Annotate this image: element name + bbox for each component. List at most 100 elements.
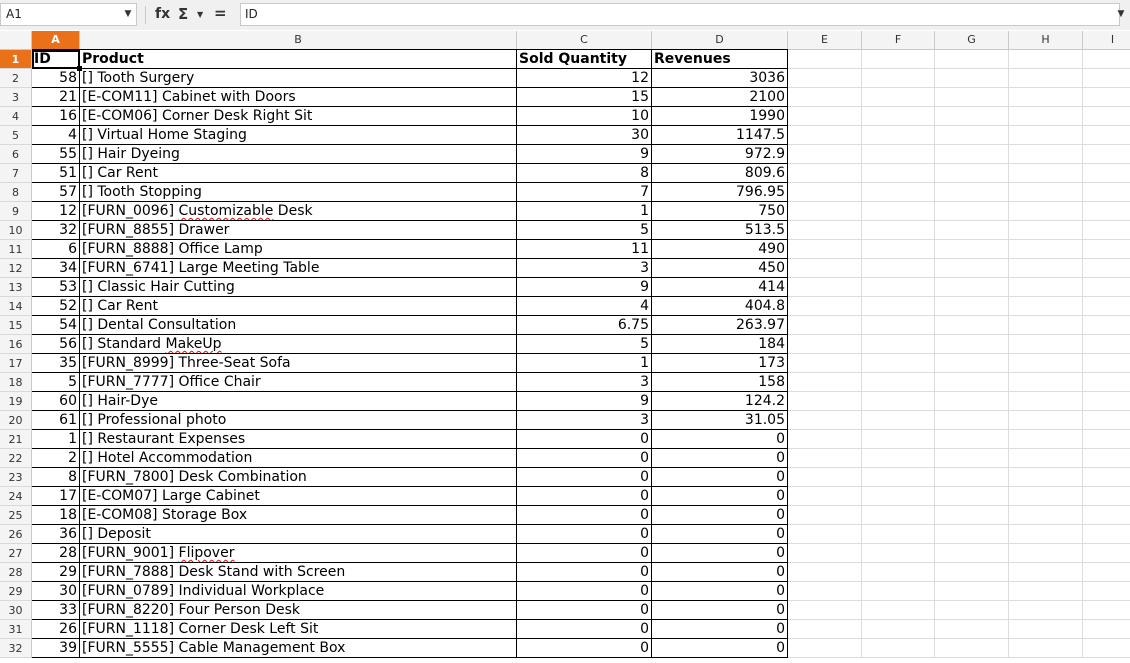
empty-cell[interactable] xyxy=(788,316,862,335)
empty-cell[interactable] xyxy=(1083,506,1130,525)
table-cell-rev[interactable]: 0 xyxy=(652,620,788,639)
header-cell-rev[interactable]: Revenues xyxy=(652,49,788,69)
empty-cell[interactable] xyxy=(862,449,935,468)
empty-cell[interactable] xyxy=(862,563,935,582)
sum-button[interactable]: Σ xyxy=(178,4,188,24)
table-cell-id[interactable]: 57 xyxy=(32,183,80,202)
empty-cell[interactable] xyxy=(935,316,1009,335)
empty-cell[interactable] xyxy=(935,411,1009,430)
empty-cell[interactable] xyxy=(788,506,862,525)
row-header[interactable]: 25 xyxy=(0,506,32,525)
table-cell-qty[interactable]: 6.75 xyxy=(517,316,652,335)
table-cell-product[interactable]: [] Virtual Home Staging xyxy=(80,126,517,145)
table-cell-id[interactable]: 39 xyxy=(32,639,80,658)
empty-cell[interactable] xyxy=(862,411,935,430)
empty-cell[interactable] xyxy=(935,639,1009,658)
formula-input[interactable]: ID xyxy=(240,3,1120,26)
table-cell-id[interactable]: 51 xyxy=(32,164,80,183)
empty-cell[interactable] xyxy=(1083,145,1130,164)
table-cell-id[interactable]: 35 xyxy=(32,354,80,373)
row-header[interactable]: 22 xyxy=(0,449,32,468)
table-cell-product[interactable]: [FURN_8220] Four Person Desk xyxy=(80,601,517,620)
column-header-i[interactable]: I xyxy=(1083,31,1130,50)
column-header-e[interactable]: E xyxy=(788,31,862,50)
formula-button[interactable]: = xyxy=(214,3,227,23)
empty-cell[interactable] xyxy=(1083,278,1130,297)
empty-cell[interactable] xyxy=(935,430,1009,449)
table-cell-product[interactable]: [] Standard MakeUp xyxy=(80,335,517,354)
empty-cell[interactable] xyxy=(788,335,862,354)
sum-dropdown-icon[interactable]: ▼ xyxy=(197,5,203,25)
table-cell-rev[interactable]: 0 xyxy=(652,601,788,620)
empty-cell[interactable] xyxy=(1009,259,1083,278)
empty-cell[interactable] xyxy=(935,392,1009,411)
table-cell-product[interactable]: [E-COM11] Cabinet with Doors xyxy=(80,88,517,107)
empty-cell[interactable] xyxy=(935,259,1009,278)
empty-cell[interactable] xyxy=(935,563,1009,582)
table-cell-id[interactable]: 5 xyxy=(32,373,80,392)
empty-cell[interactable] xyxy=(788,354,862,373)
table-cell-qty[interactable]: 1 xyxy=(517,202,652,221)
empty-cell[interactable] xyxy=(935,335,1009,354)
empty-cell[interactable] xyxy=(788,373,862,392)
empty-cell[interactable] xyxy=(1009,620,1083,639)
empty-cell[interactable] xyxy=(788,582,862,601)
empty-cell[interactable] xyxy=(1009,107,1083,126)
table-cell-qty[interactable]: 9 xyxy=(517,392,652,411)
empty-cell[interactable] xyxy=(862,221,935,240)
empty-cell[interactable] xyxy=(1009,563,1083,582)
empty-cell[interactable] xyxy=(862,69,935,88)
empty-cell[interactable] xyxy=(1083,449,1130,468)
empty-cell[interactable] xyxy=(862,145,935,164)
empty-cell[interactable] xyxy=(935,145,1009,164)
empty-cell[interactable] xyxy=(1009,639,1083,658)
empty-cell[interactable] xyxy=(788,164,862,183)
empty-cell[interactable] xyxy=(1009,373,1083,392)
expand-formula-icon[interactable]: ▼ xyxy=(1114,3,1128,26)
table-cell-product[interactable]: [] Classic Hair Cutting xyxy=(80,278,517,297)
table-cell-qty[interactable]: 9 xyxy=(517,145,652,164)
row-header[interactable]: 30 xyxy=(0,601,32,620)
empty-cell[interactable] xyxy=(1083,335,1130,354)
empty-cell[interactable] xyxy=(1083,259,1130,278)
table-cell-qty[interactable]: 30 xyxy=(517,126,652,145)
empty-cell[interactable] xyxy=(935,278,1009,297)
header-cell-product[interactable]: Product xyxy=(80,49,517,69)
column-header-g[interactable]: G xyxy=(935,31,1009,50)
table-cell-product[interactable]: [] Restaurant Expenses xyxy=(80,430,517,449)
empty-cell[interactable] xyxy=(935,240,1009,259)
empty-cell[interactable] xyxy=(935,506,1009,525)
empty-cell[interactable] xyxy=(1009,506,1083,525)
table-cell-id[interactable]: 53 xyxy=(32,278,80,297)
table-cell-product[interactable]: [] Tooth Stopping xyxy=(80,183,517,202)
empty-cell[interactable] xyxy=(935,126,1009,145)
table-cell-product[interactable]: [] Dental Consultation xyxy=(80,316,517,335)
table-cell-qty[interactable]: 11 xyxy=(517,240,652,259)
table-cell-qty[interactable]: 7 xyxy=(517,183,652,202)
table-cell-product[interactable]: [] Tooth Surgery xyxy=(80,69,517,88)
empty-cell[interactable] xyxy=(935,449,1009,468)
row-header[interactable]: 19 xyxy=(0,392,32,411)
empty-cell[interactable] xyxy=(788,449,862,468)
table-cell-qty[interactable]: 0 xyxy=(517,525,652,544)
table-cell-id[interactable]: 60 xyxy=(32,392,80,411)
table-cell-rev[interactable]: 173 xyxy=(652,354,788,373)
empty-cell[interactable] xyxy=(1009,202,1083,221)
empty-cell[interactable] xyxy=(788,525,862,544)
empty-cell[interactable] xyxy=(935,50,1009,69)
row-header[interactable]: 21 xyxy=(0,430,32,449)
table-cell-qty[interactable]: 0 xyxy=(517,601,652,620)
table-cell-id[interactable]: 17 xyxy=(32,487,80,506)
empty-cell[interactable] xyxy=(935,164,1009,183)
empty-cell[interactable] xyxy=(935,620,1009,639)
empty-cell[interactable] xyxy=(1083,107,1130,126)
function-wizard-button[interactable]: fx xyxy=(155,4,170,24)
table-cell-id[interactable]: 21 xyxy=(32,88,80,107)
empty-cell[interactable] xyxy=(862,430,935,449)
table-cell-rev[interactable]: 2100 xyxy=(652,88,788,107)
empty-cell[interactable] xyxy=(935,354,1009,373)
table-cell-product[interactable]: [] Professional photo xyxy=(80,411,517,430)
table-cell-id[interactable]: 4 xyxy=(32,126,80,145)
table-cell-rev[interactable]: 0 xyxy=(652,525,788,544)
table-cell-id[interactable]: 52 xyxy=(32,297,80,316)
